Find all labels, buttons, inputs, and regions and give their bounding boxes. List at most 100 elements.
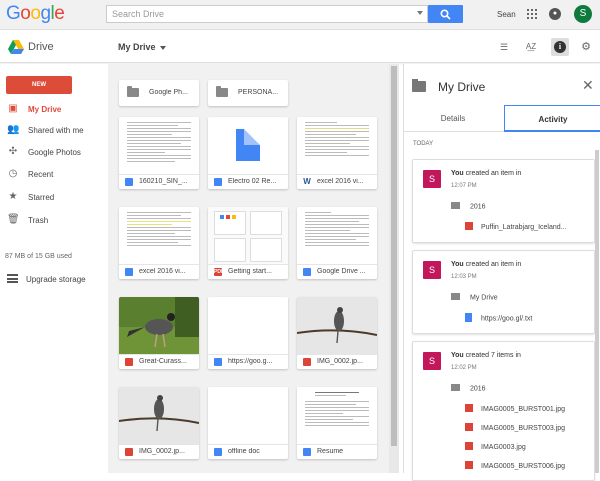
top-bar: Google Search Drive Sean ● S xyxy=(0,0,600,30)
file-item[interactable]: PDF Getting start... xyxy=(208,207,288,279)
sidebar-item-label: Shared with me xyxy=(28,126,84,135)
folder-item[interactable]: Google Ph... xyxy=(119,80,199,106)
trash-icon: 🗑 xyxy=(7,214,20,225)
sidebar-item-my-drive[interactable]: ▣ My Drive xyxy=(0,99,108,119)
file-thumbnail xyxy=(297,387,377,445)
folder-item[interactable]: PERSONA... xyxy=(208,80,288,106)
star-icon: ★ xyxy=(8,191,18,202)
folder-icon xyxy=(412,79,426,92)
sidebar-item-shared[interactable]: 👥 Shared with me xyxy=(0,120,108,140)
image-file-icon xyxy=(465,404,473,412)
breadcrumb[interactable]: My Drive xyxy=(118,42,166,52)
folder-icon xyxy=(451,293,460,300)
file-name: Great-Curass... xyxy=(139,358,187,365)
file-name: Google Drive ... xyxy=(317,268,366,275)
file-item[interactable]: Wexcel 2016 vi... xyxy=(297,117,377,189)
storage-usage: 87 MB of 15 GB used xyxy=(5,253,72,260)
folder-icon xyxy=(451,384,460,391)
info-icon: i xyxy=(554,41,566,53)
apps-grid-icon[interactable] xyxy=(527,9,537,19)
file-thumbnail xyxy=(208,297,288,355)
file-item[interactable]: 160210_SIN_... xyxy=(119,117,199,189)
upgrade-storage-link[interactable]: Upgrade storage xyxy=(0,269,108,289)
activity-avatar: S xyxy=(423,170,441,188)
activity-folder[interactable]: My Drive xyxy=(451,293,498,301)
drive-logo-icon xyxy=(8,40,24,54)
sidebar-item-starred[interactable]: ★ Starred xyxy=(0,187,108,207)
activity-file[interactable]: IMAG0003.jpg xyxy=(465,442,526,451)
activity-card[interactable]: S You created an item in 12:03 PM My Dri… xyxy=(412,250,595,334)
people-icon: 👥 xyxy=(7,124,20,135)
activity-card[interactable]: S You created an item in 12:07 PM 2016 P… xyxy=(412,159,595,243)
new-button[interactable]: NEW xyxy=(6,76,72,94)
file-thumbnail xyxy=(119,207,199,265)
image-file-icon xyxy=(465,222,473,230)
file-item[interactable]: Great-Curass... xyxy=(119,297,199,369)
sidebar-item-label: My Drive xyxy=(28,105,62,114)
sidebar-item-trash[interactable]: 🗑 Trash xyxy=(0,210,108,230)
file-item[interactable]: https://goo.g... xyxy=(208,297,288,369)
image-file-icon xyxy=(465,461,473,469)
search-options-chevron-icon[interactable] xyxy=(417,11,423,15)
scrollbar-thumb[interactable] xyxy=(391,66,397,446)
account-avatar[interactable]: S xyxy=(574,5,592,23)
file-item[interactable]: Resume xyxy=(297,387,377,459)
image-thumbnail xyxy=(119,387,199,445)
notifications-bell-icon[interactable]: ● xyxy=(549,8,561,20)
activity-text: You created an item in xyxy=(451,261,522,268)
details-panel: My Drive ✕ Details Activity TODAY S You … xyxy=(403,64,600,481)
activity-folder[interactable]: 2016 xyxy=(451,202,486,210)
doc-file-icon xyxy=(125,178,133,186)
list-view-icon[interactable]: ☰ xyxy=(497,40,511,54)
file-item[interactable]: Electro 02 Re... xyxy=(208,117,288,189)
section-date: TODAY xyxy=(413,141,434,147)
activity-file[interactable]: Puffin_Latrabjarg_Iceland... xyxy=(465,222,567,231)
sort-az-icon[interactable]: A͟Z xyxy=(524,40,538,54)
file-name: IMG_0002.jp... xyxy=(139,448,185,455)
file-item[interactable]: offline doc xyxy=(208,387,288,459)
search-button[interactable] xyxy=(428,5,463,23)
file-name: https://goo.g... xyxy=(228,358,273,365)
activity-file[interactable]: IMAG0005_BURST006.jpg xyxy=(465,461,565,470)
activity-card[interactable]: S You created 7 items in 12:02 PM 2016 I… xyxy=(412,341,595,481)
file-item[interactable]: excel 2016 vi... xyxy=(119,207,199,279)
doc-file-icon xyxy=(214,448,222,456)
folder-name: Google Ph... xyxy=(149,89,188,96)
search-input[interactable]: Search Drive xyxy=(106,5,428,23)
pdf-file-icon: PDF xyxy=(214,268,224,276)
close-icon[interactable]: ✕ xyxy=(582,77,594,94)
image-file-icon xyxy=(303,358,311,366)
sidebar-item-photos[interactable]: ✣ Google Photos xyxy=(0,142,108,162)
doc-file-icon xyxy=(303,448,311,456)
view-details-button[interactable]: i xyxy=(551,38,569,56)
activity-time: 12:07 PM xyxy=(451,183,477,189)
pinwheel-icon: ✣ xyxy=(8,146,18,157)
file-item[interactable]: Google Drive ... xyxy=(297,207,377,279)
search-icon xyxy=(440,9,451,20)
activity-file[interactable]: IMAG0005_BURST001.jpg xyxy=(465,404,565,413)
doc-file-icon xyxy=(214,178,222,186)
main-scrollbar[interactable] xyxy=(389,64,399,473)
settings-gear-icon[interactable]: ⚙ xyxy=(579,40,593,54)
image-file-icon xyxy=(125,448,133,456)
file-name: Electro 02 Re... xyxy=(228,178,277,185)
tab-details[interactable]: Details xyxy=(404,105,502,132)
activity-file[interactable]: https://goo.gl/.txt xyxy=(465,313,532,323)
image-file-icon xyxy=(125,358,133,366)
app-name[interactable]: Drive xyxy=(28,41,54,53)
tab-activity[interactable]: Activity xyxy=(504,105,600,132)
file-thumbnail xyxy=(208,207,288,265)
sidebar-item-label: Recent xyxy=(28,170,54,179)
file-thumbnail xyxy=(297,207,377,265)
google-logo[interactable]: Google xyxy=(6,3,65,25)
file-item[interactable]: IMG_0002.jp... xyxy=(297,297,377,369)
activity-file[interactable]: IMAG0005_BURST003.jpg xyxy=(465,423,565,432)
panel-title: My Drive xyxy=(438,80,486,94)
file-name: 160210_SIN_... xyxy=(139,178,188,185)
panel-scrollbar[interactable] xyxy=(595,150,599,473)
activity-folder[interactable]: 2016 xyxy=(451,384,486,392)
word-file-icon: W xyxy=(303,177,311,186)
file-item[interactable]: IMG_0002.jp... xyxy=(119,387,199,459)
sidebar-item-recent[interactable]: ◷ Recent xyxy=(0,164,108,184)
user-name[interactable]: Sean xyxy=(497,10,516,19)
